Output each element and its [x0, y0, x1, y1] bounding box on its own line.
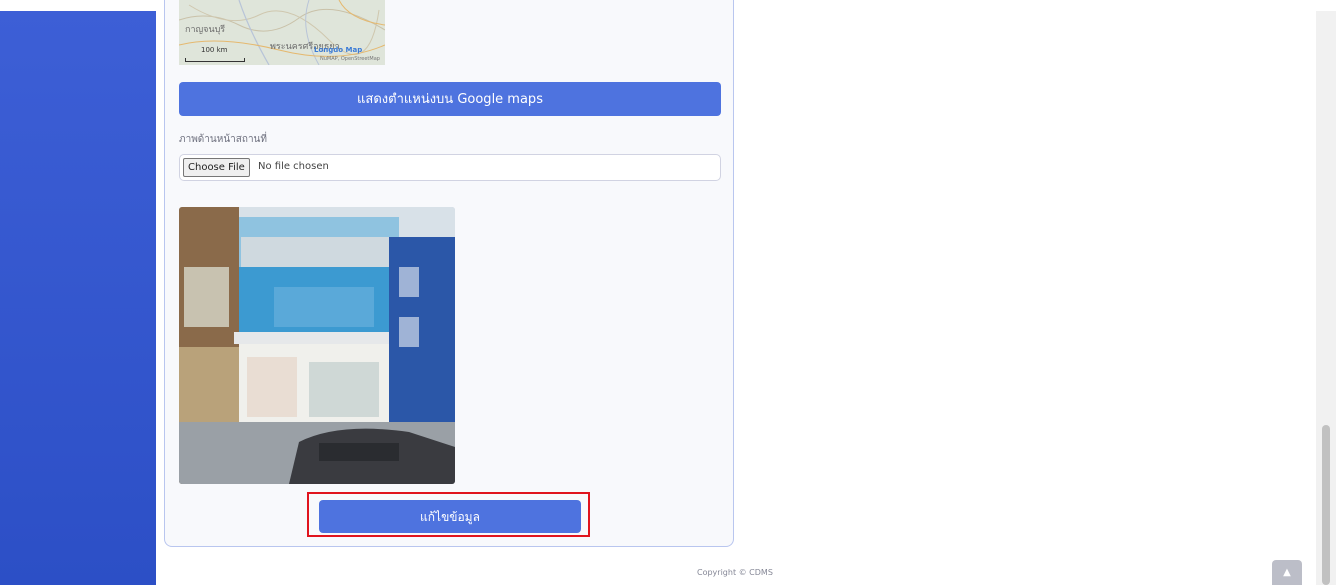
- show-on-google-maps-button[interactable]: แสดงตำแหน่งบน Google maps: [179, 82, 721, 116]
- storefront-photo-label: ภาพด้านหน้าสถานที่: [179, 134, 267, 145]
- storefront-photo-file-input[interactable]: Choose File No file chosen: [179, 154, 721, 181]
- file-status-text: No file chosen: [258, 161, 329, 172]
- choose-file-button[interactable]: Choose File: [183, 158, 250, 177]
- chevron-up-icon: ▲: [1283, 567, 1291, 578]
- scroll-to-top-button[interactable]: ▲: [1272, 560, 1302, 585]
- map-brand-logo: Longdo Map: [314, 46, 363, 54]
- map-attribution: NuMAP, OpenStreetMap: [320, 56, 380, 62]
- scrollbar-thumb[interactable]: [1322, 425, 1330, 585]
- storefront-photo: [179, 207, 455, 484]
- map-city-label: กาญจนบุรี: [185, 25, 226, 35]
- edit-data-button[interactable]: แก้ไขข้อมูล: [319, 500, 581, 533]
- location-map[interactable]: กาญจนบุรี พระนครศรีอยุธยา 100 km Longdo …: [179, 0, 385, 65]
- map-scale-label: 100 km: [201, 46, 228, 54]
- sidebar: [0, 11, 156, 585]
- footer-copyright: Copyright © CDMS: [697, 568, 773, 577]
- storefront-image: [179, 207, 455, 484]
- map-scale-bar: [185, 58, 245, 62]
